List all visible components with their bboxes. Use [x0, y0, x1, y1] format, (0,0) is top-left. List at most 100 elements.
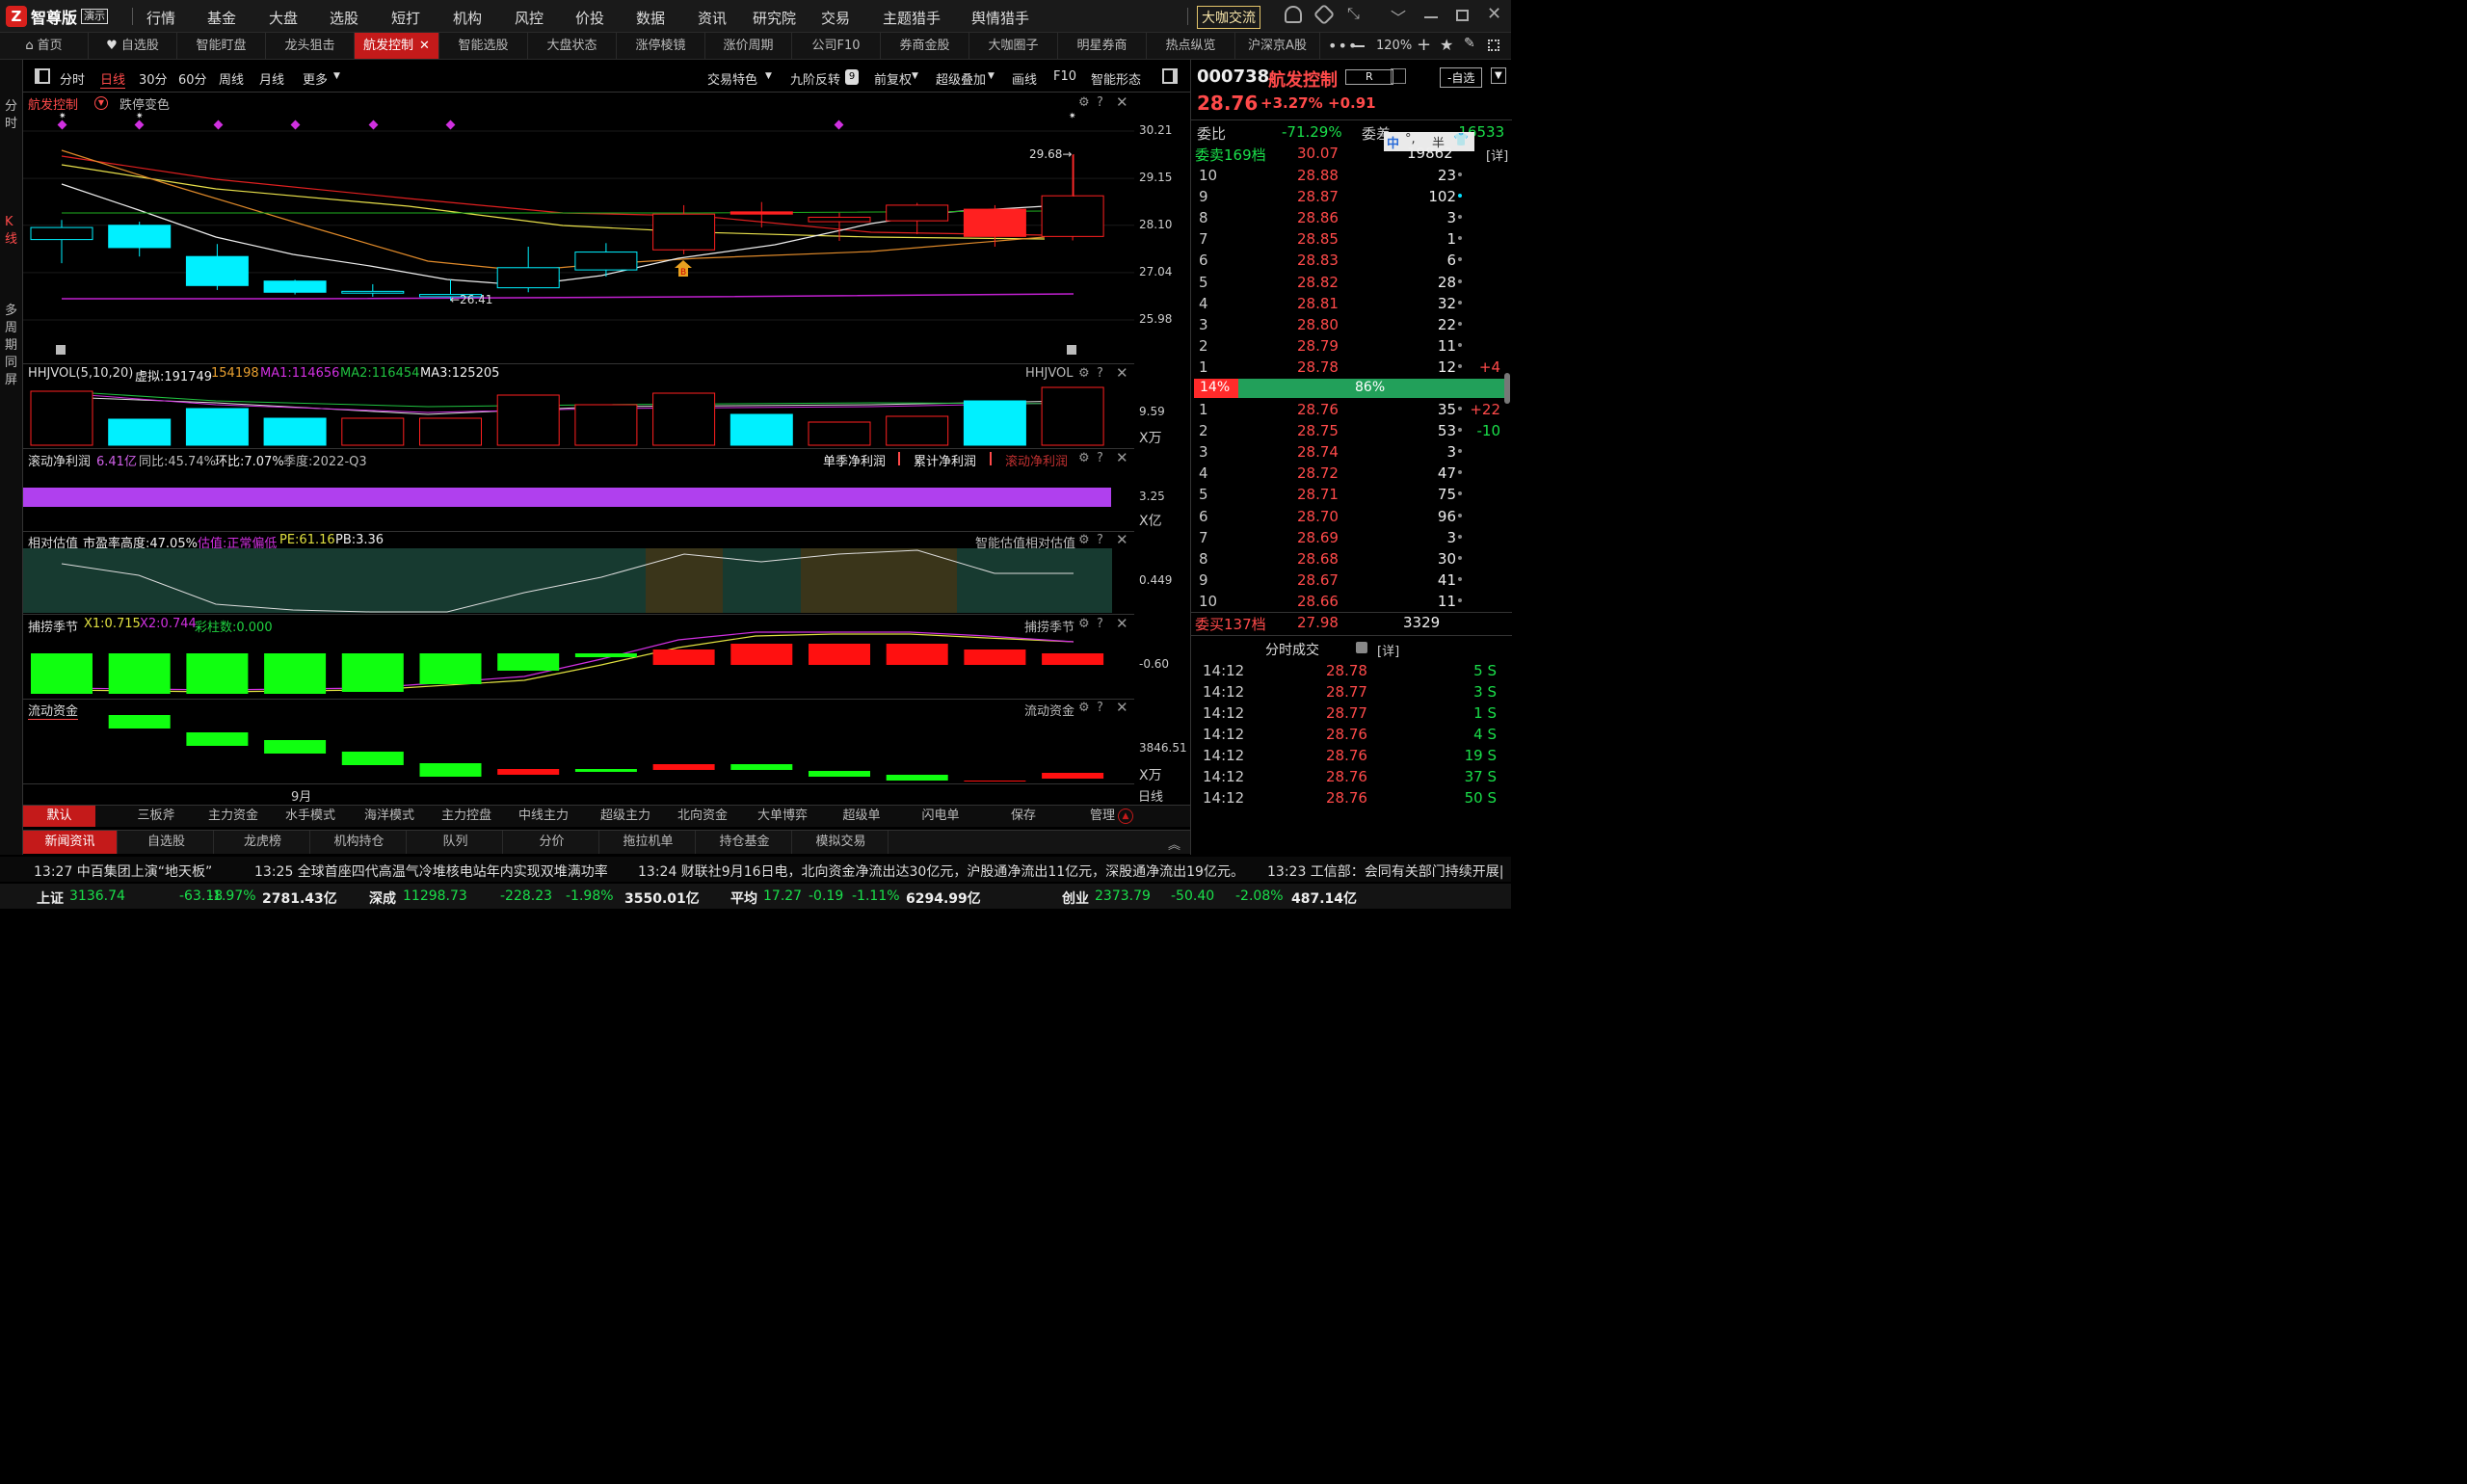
shirt-icon[interactable]: 👕 [1453, 133, 1469, 147]
tab-11[interactable]: 大咖圈子 [969, 33, 1058, 59]
chevron-down-icon[interactable]: ﹀ [1391, 5, 1406, 28]
promo-button[interactable]: 大咖交流 [1197, 6, 1260, 29]
flow-bar[interactable] [809, 771, 870, 777]
candle[interactable] [574, 243, 638, 278]
candle[interactable] [1041, 154, 1104, 241]
toolbar-item-3[interactable]: 超级叠加 [936, 69, 986, 88]
period-tab-0[interactable]: 分时 [60, 69, 85, 88]
period-tab-2[interactable]: 30分 [139, 69, 168, 88]
tab-2[interactable]: 智能盯盘 [177, 33, 266, 59]
profit-btn-cumulative[interactable]: 累计净利润 [914, 451, 976, 469]
season-bar[interactable] [419, 653, 482, 684]
minimize-icon[interactable] [1424, 16, 1438, 18]
profit-bar[interactable] [23, 488, 1111, 507]
grid-icon[interactable] [1488, 40, 1499, 51]
sells-row[interactable]: 4 28.81 32 [1191, 293, 1512, 314]
buys-row[interactable]: 5 28.71 75 [1191, 484, 1512, 505]
sells-row[interactable]: 3 28.80 22 [1191, 314, 1512, 335]
tab-9[interactable]: 公司F10 [792, 33, 881, 59]
tab-7[interactable]: 涨停棱镜 [617, 33, 705, 59]
indicator-tab-2[interactable]: 主力资金 [195, 806, 272, 827]
tab-3[interactable]: 龙头狙击 [266, 33, 355, 59]
season-bar[interactable] [497, 653, 560, 671]
menu-item[interactable]: 行情 [146, 8, 175, 28]
sell-detail-link[interactable]: [详] [1486, 146, 1508, 164]
volume-bar[interactable] [574, 404, 638, 446]
user-icon[interactable] [1285, 6, 1302, 23]
profit-btn-rolling[interactable]: 滚动净利润 [1005, 451, 1068, 469]
panel-settings-icon[interactable]: ⚙ [1078, 451, 1090, 465]
period-tab-6[interactable]: 更多 [303, 69, 328, 88]
side-multi-period[interactable]: 多周期同屏 [5, 303, 18, 389]
indicator-tab-4[interactable]: 海洋模式 [351, 806, 428, 827]
toolbar-item-4[interactable]: 画线 [1012, 69, 1037, 88]
season-bar[interactable] [186, 653, 249, 694]
flow-bar[interactable] [730, 764, 793, 770]
news-tab-6[interactable]: 拖拉机单 [601, 831, 696, 854]
collapse-icon[interactable]: ︽ [1168, 835, 1180, 853]
indicator-tab-12[interactable]: 保存 [985, 806, 1062, 827]
tab-13[interactable]: 热点纵览 [1147, 33, 1235, 59]
tab-0[interactable]: ⌂ 首页 [0, 33, 89, 59]
menu-item[interactable]: 基金 [207, 8, 236, 28]
indicator-tab-9[interactable]: 大单博弈 [744, 806, 821, 827]
indicator-tab-0[interactable]: 默认 [23, 806, 95, 827]
season-bar[interactable] [574, 653, 637, 657]
app-logo[interactable]: Z 智尊版 演示 [6, 6, 109, 27]
bell-icon[interactable] [1391, 68, 1406, 84]
flow-bar[interactable] [497, 769, 560, 775]
layout-toggle-icon[interactable] [35, 68, 50, 84]
panel-close-icon[interactable]: ✕ [1116, 531, 1128, 548]
lock-icon[interactable] [1356, 642, 1367, 653]
flow-bar[interactable] [574, 769, 637, 772]
menu-item[interactable]: 主题猎手 [883, 8, 941, 28]
period-tab-3[interactable]: 60分 [178, 69, 207, 88]
valuation-chart[interactable] [23, 548, 1112, 613]
panel-help-icon[interactable]: ? [1097, 451, 1103, 465]
ticker-item[interactable]: 13:25 全球首座四代高温气冷堆核电站年内实现双堆满功率 [254, 861, 608, 881]
candle[interactable] [30, 220, 93, 264]
buys-row[interactable]: 8 28.68 30 [1191, 548, 1512, 570]
buys-row[interactable]: 7 28.69 3 [1191, 527, 1512, 548]
indicator-tab-6[interactable]: 中线主力 [505, 806, 582, 827]
mini-panel-icon[interactable] [1067, 345, 1076, 355]
expand-up-icon[interactable]: ▲ [1118, 808, 1133, 824]
news-tab-0[interactable]: 新闻资讯 [23, 831, 118, 854]
season-bar[interactable] [1042, 653, 1104, 665]
buys-row[interactable]: 6 28.70 96 [1191, 506, 1512, 527]
index-name[interactable]: 深成 [369, 888, 396, 908]
indicator-tab-8[interactable]: 北向资金 [664, 806, 741, 827]
season-bar[interactable] [108, 653, 171, 694]
volume-bar[interactable] [1041, 386, 1104, 446]
news-tab-8[interactable]: 模拟交易 [794, 831, 889, 854]
tab-6[interactable]: 大盘状态 [528, 33, 617, 59]
tab-5[interactable]: 智能选股 [439, 33, 528, 59]
buys-row[interactable]: 3 28.74 3 [1191, 441, 1512, 463]
panel-help-icon[interactable]: ? [1097, 533, 1103, 547]
flow-bar[interactable] [419, 763, 482, 777]
volume-bar[interactable] [886, 415, 949, 446]
volume-bar[interactable] [808, 421, 871, 446]
flow-bar[interactable] [964, 781, 1026, 782]
season-bar[interactable] [964, 649, 1026, 665]
sells-row[interactable]: 5 28.82 28 [1191, 272, 1512, 293]
candle[interactable] [341, 283, 405, 297]
mini-panel-icon[interactable] [56, 345, 66, 355]
ticker-item[interactable]: 13:23 工信部：会同有关部门持续开展| [1267, 861, 1504, 881]
period-tab-5[interactable]: 月线 [259, 69, 284, 88]
volume-bar[interactable] [263, 417, 327, 446]
tab-10[interactable]: 券商金股 [881, 33, 969, 59]
profit-btn-single[interactable]: 单季净利润 [823, 451, 886, 469]
indicator-tab-11[interactable]: 闪电单 [902, 806, 979, 827]
close-icon[interactable]: ✕ [1487, 4, 1501, 24]
news-tab-2[interactable]: 龙虎榜 [216, 831, 310, 854]
ime-lang[interactable]: 中 [1387, 133, 1399, 151]
restore-icon[interactable] [1456, 10, 1469, 21]
side-kline[interactable]: K线 [5, 214, 18, 249]
candle[interactable] [185, 244, 249, 290]
season-bar[interactable] [886, 644, 948, 665]
menu-item[interactable]: 风控 [515, 8, 544, 28]
volume-bar[interactable] [729, 413, 793, 446]
indicator-tab-7[interactable]: 超级主力 [587, 806, 664, 827]
flow-bar[interactable] [341, 752, 404, 765]
